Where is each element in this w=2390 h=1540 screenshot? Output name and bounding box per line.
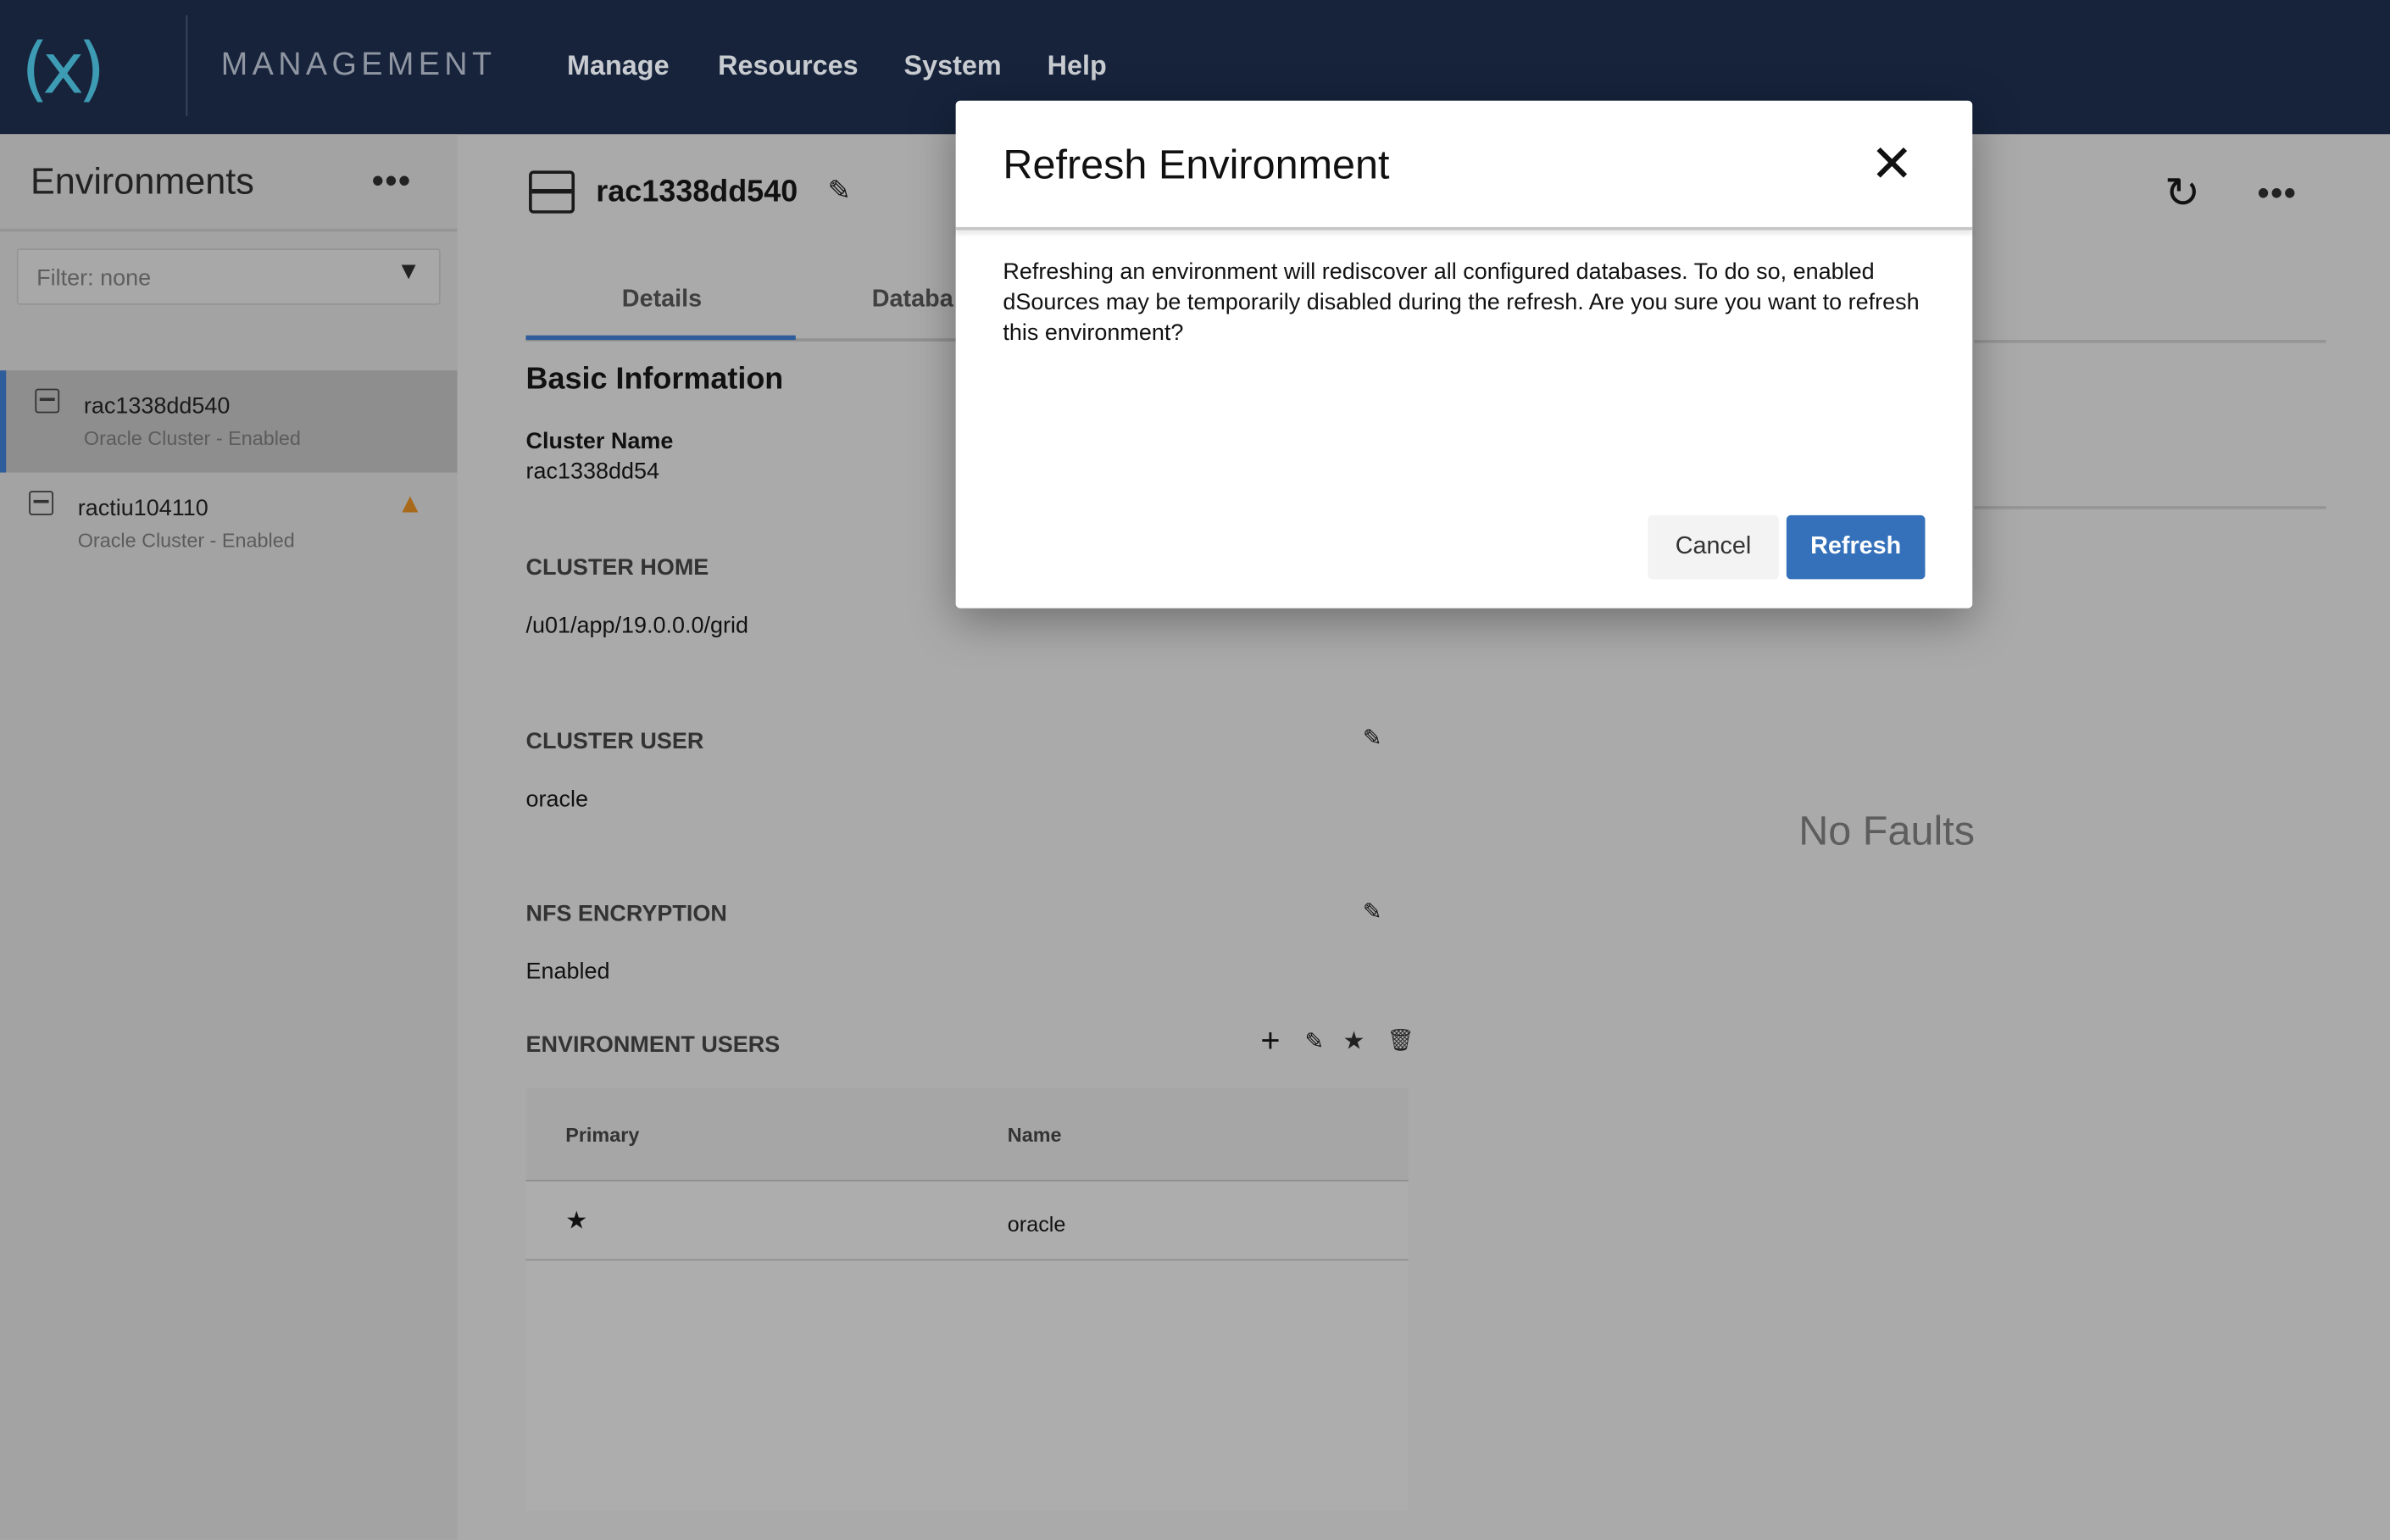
warning-icon: ▲ — [396, 487, 424, 519]
sidebar-more-icon[interactable]: ••• — [372, 162, 412, 202]
dialog-title: Refresh Environment — [1003, 142, 1390, 188]
refresh-environment-dialog: Refresh Environment ✕ Refreshing an envi… — [955, 100, 1973, 609]
divider — [186, 14, 188, 116]
divider — [0, 228, 458, 232]
divider — [955, 226, 1973, 231]
trash-icon[interactable]: 🗑 — [1387, 1027, 1415, 1054]
server-icon — [35, 388, 60, 414]
column-primary[interactable]: Primary — [565, 1123, 639, 1146]
nfs-encryption-value: Enabled — [525, 959, 610, 985]
table-row[interactable]: ★ oracle — [525, 1181, 1409, 1261]
env-users-label: ENVIRONMENT USERS — [525, 1031, 781, 1059]
cluster-user-value: oracle — [525, 787, 588, 813]
add-icon[interactable]: + — [1260, 1021, 1280, 1061]
table-header: Primary Name — [525, 1088, 1409, 1181]
more-icon[interactable]: ••• — [2258, 174, 2298, 214]
edit-nfs-icon[interactable]: ✎ — [1363, 898, 1382, 926]
brand-label: MANAGEMENT — [220, 47, 497, 83]
env-list-item[interactable]: ractiu104110 Oracle Cluster - Enabled ▲ — [0, 473, 458, 575]
close-icon[interactable]: ✕ — [1870, 134, 1914, 195]
env-status: Oracle Cluster - Enabled — [77, 529, 295, 553]
tab-databases[interactable]: Databa — [872, 286, 953, 314]
edit-user-icon[interactable]: ✎ — [1305, 1027, 1325, 1055]
edit-cluster-user-icon[interactable]: ✎ — [1363, 724, 1382, 752]
cluster-home-label: CLUSTER HOME — [525, 554, 709, 581]
nav-manage[interactable]: Manage — [567, 50, 670, 82]
section-title: Basic Information — [525, 363, 784, 397]
column-name[interactable]: Name — [1008, 1123, 1062, 1146]
filter-placeholder: Filter: none — [36, 264, 152, 292]
users-table: Primary Name ★ oracle — [525, 1088, 1409, 1511]
dialog-message: Refreshing an environment will rediscove… — [1003, 259, 1920, 347]
nav-resources[interactable]: Resources — [718, 50, 859, 82]
refresh-button[interactable]: Refresh — [1786, 514, 1926, 580]
logo[interactable]: (x) — [21, 27, 105, 109]
env-list-item[interactable]: rac1338dd540 Oracle Cluster - Enabled — [0, 370, 458, 473]
nfs-encryption-label: NFS ENCRYPTION — [525, 900, 727, 927]
tab-details[interactable]: Details — [622, 286, 702, 314]
refresh-icon[interactable]: ↻ — [2165, 168, 2200, 218]
divider — [1974, 340, 2326, 343]
filter-icon[interactable]: ▼ — [397, 259, 420, 286]
divider — [1974, 506, 2326, 509]
filter-input[interactable]: Filter: none ▼ — [16, 248, 441, 305]
edit-title-icon[interactable]: ✎ — [828, 175, 851, 208]
cluster-user-label: CLUSTER USER — [525, 728, 704, 755]
page-title: rac1338dd540 — [596, 175, 798, 209]
star-icon[interactable]: ★ — [1342, 1026, 1365, 1056]
env-status: Oracle Cluster - Enabled — [83, 426, 301, 450]
nav-system[interactable]: System — [904, 50, 1002, 82]
cancel-button[interactable]: Cancel — [1648, 514, 1779, 580]
sidebar-title: Environments — [30, 161, 254, 203]
cluster-name-value: rac1338dd54 — [525, 459, 659, 485]
cluster-home-value: /u01/app/19.0.0.0/grid — [525, 612, 748, 639]
user-name: oracle — [1007, 1211, 1066, 1237]
cluster-name-label: Cluster Name — [525, 428, 674, 454]
server-icon — [529, 170, 575, 214]
primary-star-icon: ★ — [565, 1209, 588, 1235]
tab-indicator — [525, 335, 796, 341]
no-faults-text: No Faults — [1798, 808, 1976, 854]
nav-help[interactable]: Help — [1048, 50, 1107, 82]
env-name: rac1338dd540 — [83, 393, 231, 420]
env-name: ractiu104110 — [77, 495, 208, 522]
sidebar — [0, 134, 458, 1540]
server-icon — [29, 491, 53, 515]
